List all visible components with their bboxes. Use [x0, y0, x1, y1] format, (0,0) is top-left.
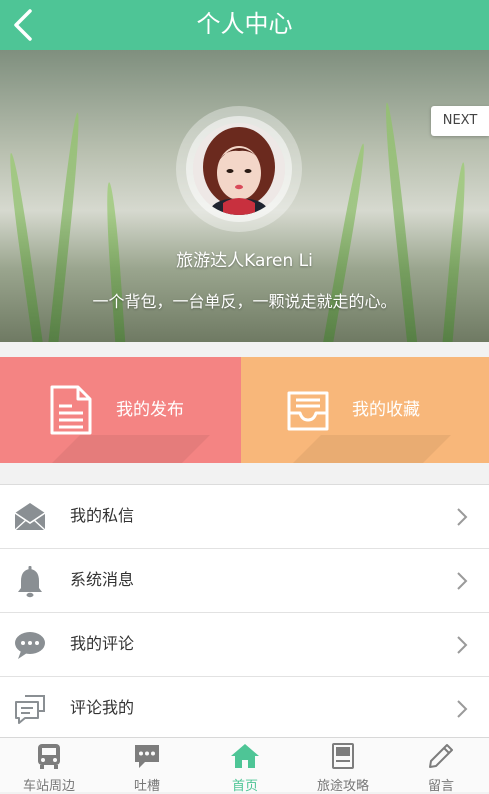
top-bar: 个人中心 [0, 0, 489, 50]
page-title: 个人中心 [196, 10, 293, 38]
menu-list: 我的私信 系统消息 我的评论 评论我的 [0, 484, 489, 738]
chevron-right-icon [457, 700, 468, 718]
tab-station-nearby[interactable]: 车站周边 [0, 738, 98, 794]
menu-item-label: 我的私信 [70, 506, 135, 525]
tab-label: 留言 [427, 779, 454, 794]
book-icon [332, 743, 354, 769]
menu-item-label: 评论我的 [70, 698, 135, 717]
menu-item-comments-on-me[interactable]: 评论我的 [0, 677, 489, 741]
bottom-tab-bar: 车站周边 吐槽 首页 旅途攻略 留言 [0, 737, 489, 794]
user-motto: 一个背包，一台单反，一颗说走就走的心。 [92, 292, 397, 311]
chevron-right-icon [457, 636, 468, 654]
chevron-right-icon [457, 572, 468, 590]
chevron-right-icon [457, 508, 468, 526]
bell-icon [18, 566, 42, 598]
menu-item-private-messages[interactable]: 我的私信 [0, 485, 489, 549]
grass-decoration [321, 142, 369, 342]
menu-item-my-comments[interactable]: 我的评论 [0, 613, 489, 677]
bus-icon [38, 744, 60, 769]
my-favorites-tile[interactable]: 我的收藏 [241, 357, 489, 463]
profile-hero: NEXT 旅游达人Karen Li 一个背包，一台单反，一颗说走就走的心。 [0, 50, 489, 342]
my-favorites-label: 我的收藏 [352, 400, 420, 420]
chat-icon [135, 745, 159, 768]
tab-label: 吐槽 [133, 779, 160, 794]
comment-lines-icon [15, 695, 45, 724]
tab-label: 旅途攻略 [316, 779, 369, 794]
avatar[interactable] [176, 106, 302, 232]
envelope-icon [14, 503, 46, 531]
menu-item-label: 我的评论 [70, 634, 135, 653]
inbox-tray-icon [287, 391, 329, 431]
tab-home[interactable]: 首页 [196, 738, 294, 794]
username: 旅游达人Karen Li [176, 251, 313, 271]
next-button[interactable]: NEXT [431, 106, 489, 136]
tab-message-board[interactable]: 留言 [392, 738, 489, 794]
menu-item-label: 系统消息 [70, 570, 135, 589]
action-tiles: 我的发布 我的收藏 [0, 357, 489, 463]
speech-bubble-icon [15, 632, 45, 659]
document-icon [50, 385, 92, 435]
tab-label: 首页 [231, 779, 258, 794]
person-portrait [193, 123, 285, 215]
tab-tucao[interactable]: 吐槽 [98, 738, 196, 794]
my-posts-tile[interactable]: 我的发布 [0, 357, 241, 463]
tab-label: 车站周边 [22, 779, 75, 794]
tab-travel-guide[interactable]: 旅途攻略 [294, 738, 392, 794]
avatar-image [193, 123, 285, 215]
pencil-icon [429, 744, 453, 768]
home-icon [231, 744, 259, 768]
menu-item-system-messages[interactable]: 系统消息 [0, 549, 489, 613]
my-posts-label: 我的发布 [116, 400, 184, 420]
